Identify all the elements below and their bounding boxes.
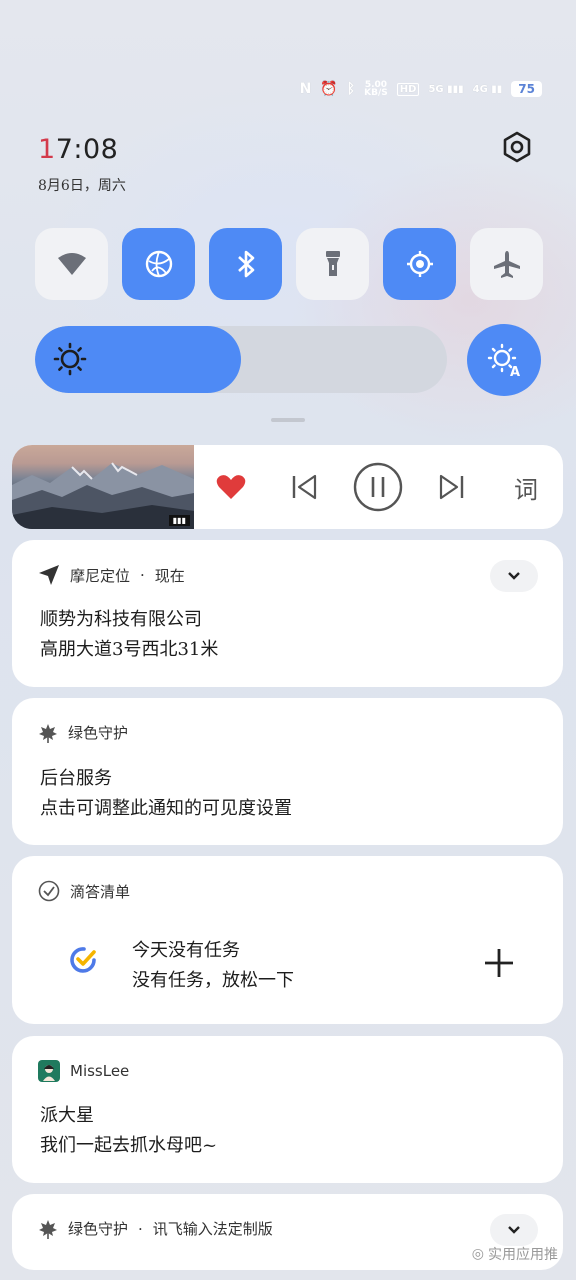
settings-button[interactable] — [500, 130, 534, 164]
network-toggle[interactable] — [122, 228, 195, 300]
globe-icon — [145, 250, 172, 278]
plus-icon — [485, 949, 513, 977]
network-speed: 5.00 KB/S — [364, 81, 388, 98]
next-icon — [439, 474, 464, 500]
notification-text: 点击可调整此通知的可见度设置 — [40, 798, 292, 819]
album-art-mountains — [12, 462, 194, 529]
hd-badge: HD — [396, 82, 420, 96]
add-task-button[interactable] — [480, 944, 518, 982]
notification-green-guard[interactable]: 绿色守护 后台服务 点击可调整此通知的可见度设置 — [12, 698, 563, 845]
album-art: ▮▮▮ — [12, 445, 194, 529]
svg-text:A: A — [510, 365, 520, 377]
watermark: ◎ 实用应用推 — [472, 1244, 558, 1264]
header-separator: · — [140, 566, 145, 584]
clock-rest: 7:08 — [55, 134, 119, 165]
wifi-icon — [57, 253, 86, 275]
quick-toggles — [35, 228, 543, 300]
wechat-icon: ◎ — [471, 1246, 484, 1262]
auto-brightness-button[interactable]: A — [467, 324, 541, 396]
watermark-text: 实用应用推 — [488, 1247, 558, 1263]
header-separator: · — [138, 1219, 143, 1238]
airplane-toggle[interactable] — [470, 228, 543, 300]
notification-title: 派大星 — [40, 1105, 94, 1126]
notification-title: 顺势为科技有限公司 — [40, 609, 202, 630]
next-button[interactable] — [428, 445, 476, 529]
chevron-down-icon — [508, 572, 520, 580]
heart-icon — [216, 475, 246, 499]
gear-icon — [503, 131, 531, 163]
expand-button[interactable] — [490, 1214, 538, 1246]
notification-content: 后台服务 点击可调整此通知的可见度设置 — [40, 764, 292, 824]
notification-location[interactable]: 摩尼定位 · 现在 顺势为科技有限公司 高朋大道3号西北31米 — [12, 540, 563, 687]
alarm-icon: ⏰ — [320, 81, 338, 97]
notification-content: 派大星 我们一起去抓水母吧~ — [40, 1101, 217, 1161]
airplane-icon — [493, 251, 520, 278]
previous-icon — [292, 474, 317, 500]
battery-indicator: 75 — [511, 81, 542, 97]
signal-1-text: 5G — [428, 83, 444, 95]
auto-brightness-icon: A — [487, 343, 520, 377]
notification-header: 滴答清单 — [38, 880, 130, 902]
notification-ticktick[interactable]: 滴答清单 今天没有任务 没有任务，放松一下 — [12, 856, 563, 1024]
notification-text: 我们一起去抓水母吧~ — [40, 1135, 218, 1156]
misslee-app-icon — [38, 1060, 60, 1082]
signal-2-label: 4G ▮▮ — [472, 83, 503, 95]
app-name: 滴答清单 — [70, 882, 131, 901]
notification-text: 高朋大道3号西北31米 — [40, 639, 219, 660]
like-button[interactable] — [207, 445, 255, 529]
bluetooth-toggle[interactable] — [209, 228, 282, 300]
panel-drag-handle[interactable] — [271, 418, 305, 422]
network-speed-unit: KB/S — [364, 88, 388, 98]
notification-content: 今天没有任务 没有任务，放松一下 — [132, 936, 294, 996]
pause-icon — [353, 462, 403, 512]
app-name: MissLee — [70, 1062, 130, 1080]
bluetooth-status-icon: ᛒ — [346, 81, 356, 97]
date-label: 8月6日，周六 — [38, 178, 126, 194]
bluetooth-icon — [237, 250, 254, 278]
wifi-toggle[interactable] — [35, 228, 108, 300]
ticktick-logo-icon — [70, 947, 96, 973]
notification-text: 没有任务，放松一下 — [132, 970, 294, 991]
notification-subtext: 讯飞输入法定制版 — [152, 1220, 273, 1238]
flashlight-toggle[interactable] — [296, 228, 369, 300]
chevron-down-icon — [508, 1226, 520, 1234]
pause-button[interactable] — [350, 445, 406, 529]
notification-header: 绿色守护 — [38, 722, 128, 743]
app-name: 绿色守护 — [68, 724, 129, 742]
leaf-icon — [39, 1219, 57, 1239]
notification-header: 摩尼定位 · 现在 — [38, 564, 185, 586]
app-name: 摩尼定位 — [70, 566, 131, 585]
nfc-icon: N — [299, 81, 312, 97]
notification-misslee[interactable]: MissLee 派大星 我们一起去抓水母吧~ — [12, 1036, 563, 1183]
location-icon — [406, 251, 433, 277]
expand-button[interactable] — [490, 560, 538, 592]
check-circle-icon — [38, 880, 60, 902]
previous-button[interactable] — [280, 445, 328, 529]
clock-first-digit: 1 — [38, 134, 56, 165]
brightness-slider[interactable] — [35, 326, 447, 393]
signal-2-text: 4G — [472, 83, 488, 95]
notification-content: 顺势为科技有限公司 高朋大道3号西北31米 — [40, 605, 218, 665]
sun-icon — [53, 342, 87, 376]
notification-time: 现在 — [154, 566, 185, 585]
leaf-icon — [39, 723, 57, 743]
notification-header: MissLee — [38, 1060, 129, 1082]
media-player-card[interactable]: ▮▮▮ 词 — [12, 445, 563, 529]
status-bar: N ⏰ ᛒ 5.00 KB/S HD 5G ▮▮▮ 4G ▮▮ 75 — [296, 78, 542, 100]
notification-title: 后台服务 — [40, 768, 112, 789]
signal-1-label: 5G ▮▮▮ — [428, 83, 464, 95]
notification-title: 今天没有任务 — [132, 940, 240, 961]
navigation-arrow-icon — [39, 565, 59, 585]
location-toggle[interactable] — [383, 228, 456, 300]
album-art-logo: ▮▮▮ — [168, 515, 190, 526]
lyrics-button[interactable]: 词 — [502, 445, 550, 529]
flashlight-icon — [325, 251, 340, 276]
app-name: 绿色守护 — [68, 1220, 129, 1238]
clock[interactable]: 17:08 — [38, 134, 118, 165]
notification-header: 绿色守护 · 讯飞输入法定制版 — [38, 1218, 273, 1239]
